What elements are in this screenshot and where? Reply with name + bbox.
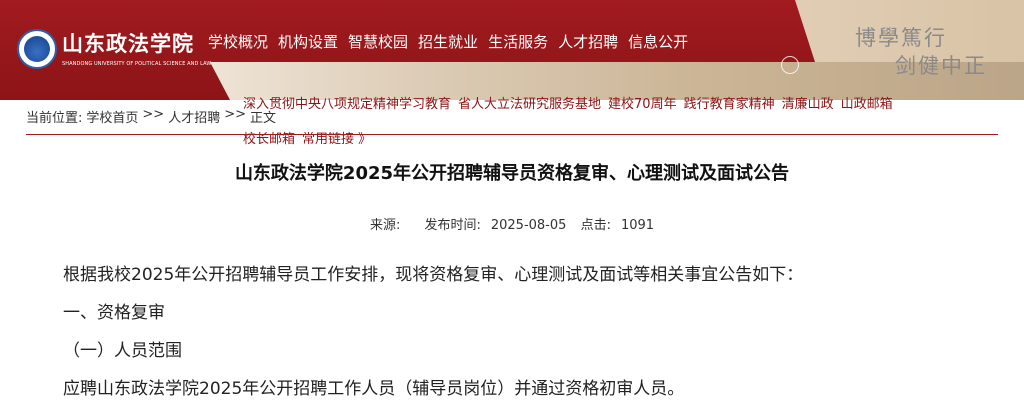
main-nav: 学校概况 机构设置 智慧校园 招生就业 生活服务 人才招聘 信息公开	[208, 31, 688, 52]
link-70th-anniversary[interactable]: 建校70周年	[608, 96, 677, 114]
article-section-heading: 一、资格复审	[63, 303, 165, 323]
nav-item-recruitment[interactable]: 人才招聘	[558, 31, 618, 52]
click-count-label: 点击:	[580, 218, 611, 233]
click-count-value: 1091	[620, 218, 655, 233]
school-emblem-icon[interactable]	[17, 29, 57, 69]
school-name-english: SHANDONG UNIVERSITY OF POLITICAL SCIENCE…	[62, 61, 212, 67]
nav-item-info-disclosure[interactable]: 信息公开	[628, 31, 688, 52]
article-paragraph-intro: 根据我校2025年公开招聘辅导员工作安排，现将资格复审、心理测试及面试等相关事宜…	[63, 265, 804, 285]
breadcrumb-prefix: 当前位置:	[26, 111, 83, 126]
article-subsection-heading: （一）人员范围	[63, 341, 182, 361]
link-legislation-base[interactable]: 省人大立法研究服务基地	[458, 96, 601, 114]
article-meta: 来源: 发布时间: 2025-08-05 点击: 1091	[0, 214, 1024, 233]
nav-item-campus-life[interactable]: 生活服务	[488, 31, 548, 52]
link-integrity-campus[interactable]: 清廉山政	[782, 96, 834, 114]
source-label: 来源:	[369, 218, 401, 233]
breadcrumb-home[interactable]: 学校首页	[86, 107, 138, 126]
motto-line-1: 博學篤行	[855, 26, 947, 50]
nav-item-about[interactable]: 学校概况	[208, 31, 268, 52]
nav-item-departments[interactable]: 机构设置	[278, 31, 338, 52]
publish-date-value: 2025-08-05	[490, 218, 567, 233]
link-school-mail[interactable]: 山政邮箱	[841, 96, 893, 114]
publish-date-label: 发布时间:	[424, 218, 481, 233]
quick-links: 深入贯彻中央八项规定精神学习教育 省人大立法研究服务基地 建校70周年 践行教育…	[243, 96, 943, 149]
breadcrumb-recruitment[interactable]: 人才招聘	[168, 107, 220, 126]
link-educator-spirit[interactable]: 践行教育家精神	[684, 96, 775, 114]
content-divider	[26, 134, 998, 135]
breadcrumb: 当前位置: 学校首页 >> 人才招聘 >> 正文	[26, 107, 276, 126]
breadcrumb-separator: >>	[142, 107, 165, 122]
article-title: 山东政法学院2025年公开招聘辅导员资格复审、心理测试及面试公告	[234, 163, 790, 184]
motto-line-2: 剑健中正	[895, 54, 987, 78]
nav-item-admissions[interactable]: 招生就业	[418, 31, 478, 52]
quick-links-row: 深入贯彻中央八项规定精神学习教育 省人大立法研究服务基地 建校70周年 践行教育…	[243, 96, 943, 114]
article-paragraph: 应聘山东政法学院2025年公开招聘工作人员（辅导员岗位）并通过资格初审人员。	[63, 379, 685, 399]
school-name-logo[interactable]: 山东政法学院	[62, 28, 194, 58]
nav-item-smart-campus[interactable]: 智慧校园	[348, 31, 408, 52]
decorative-circle-icon	[781, 56, 799, 74]
site-header: 山东政法学院 SHANDONG UNIVERSITY OF POLITICAL …	[0, 0, 1024, 100]
link-eight-rules-study[interactable]: 深入贯彻中央八项规定精神学习教育	[243, 96, 451, 114]
